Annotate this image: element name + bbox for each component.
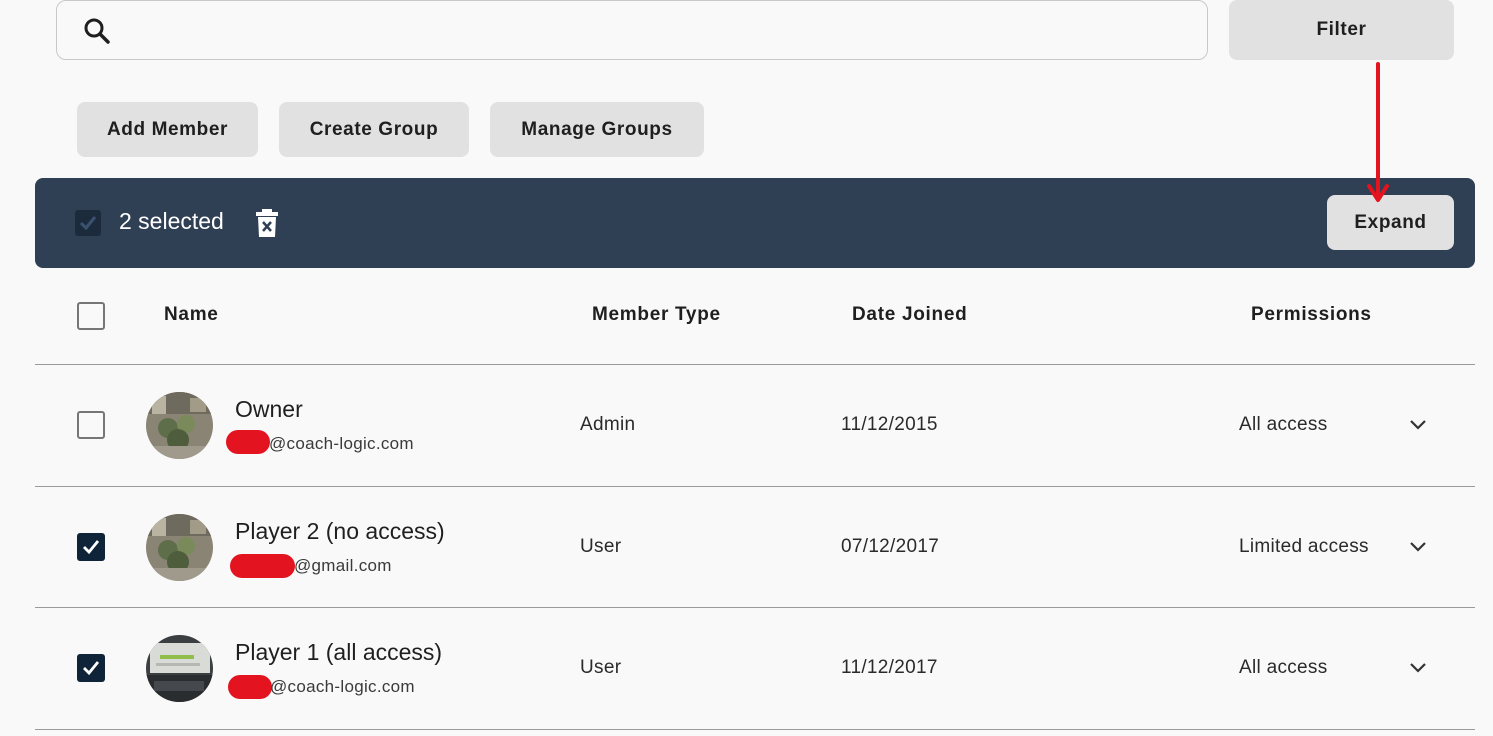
avatar (146, 635, 213, 702)
avatar (146, 514, 213, 581)
filter-button[interactable]: Filter (1229, 0, 1454, 60)
redaction-mark (226, 430, 270, 454)
create-group-button[interactable]: Create Group (279, 102, 469, 157)
selection-bar: 2 selected Expand (35, 178, 1475, 268)
search-icon (84, 18, 110, 44)
column-header-permissions[interactable]: Permissions (1251, 304, 1372, 326)
redaction-mark (230, 554, 295, 578)
column-header-member-type[interactable]: Member Type (592, 304, 721, 326)
checkmark-icon (83, 540, 100, 555)
member-name: Player 2 (no access) (235, 518, 445, 544)
member-name: Owner (235, 396, 303, 422)
divider (35, 729, 1475, 730)
column-header-name[interactable]: Name (164, 304, 219, 326)
member-name: Player 1 (all access) (235, 639, 443, 665)
select-all-checkbox[interactable] (75, 210, 101, 236)
date-joined: 07/12/2017 (841, 536, 940, 557)
row-checkbox[interactable] (77, 533, 105, 561)
chevron-down-icon[interactable] (1408, 418, 1428, 432)
member-email: @coach-logic.com (269, 434, 414, 453)
add-member-button[interactable]: Add Member (77, 102, 258, 157)
manage-groups-button[interactable]: Manage Groups (490, 102, 704, 157)
avatar (146, 392, 213, 459)
permissions: All access (1239, 414, 1328, 435)
row-checkbox[interactable] (77, 411, 105, 439)
search-input[interactable] (127, 9, 1187, 53)
red-arrow-annotation (1367, 62, 1389, 202)
divider (35, 607, 1475, 608)
trash-icon[interactable] (255, 208, 279, 238)
member-type: User (580, 536, 622, 557)
column-header-date-joined[interactable]: Date Joined (852, 304, 967, 326)
divider (35, 486, 1475, 487)
date-joined: 11/12/2015 (841, 414, 938, 435)
checkmark-icon (83, 661, 100, 676)
row-checkbox[interactable] (77, 654, 105, 682)
expand-button[interactable]: Expand (1327, 195, 1454, 250)
date-joined: 11/12/2017 (841, 657, 938, 678)
permissions: Limited access (1239, 536, 1369, 557)
member-email: @coach-logic.com (270, 677, 415, 696)
selected-count: 2 selected (119, 208, 224, 234)
header-checkbox[interactable] (77, 302, 105, 330)
members-page: Filter Add Member Create Group Manage Gr… (0, 0, 1493, 736)
chevron-down-icon[interactable] (1408, 540, 1428, 554)
divider (35, 364, 1475, 365)
search-bar[interactable] (56, 0, 1208, 60)
permissions: All access (1239, 657, 1328, 678)
member-email: @gmail.com (294, 556, 392, 575)
member-type: Admin (580, 414, 636, 435)
checkmark-icon (79, 216, 97, 231)
member-type: User (580, 657, 622, 678)
redaction-mark (228, 675, 272, 699)
chevron-down-icon[interactable] (1408, 661, 1428, 675)
